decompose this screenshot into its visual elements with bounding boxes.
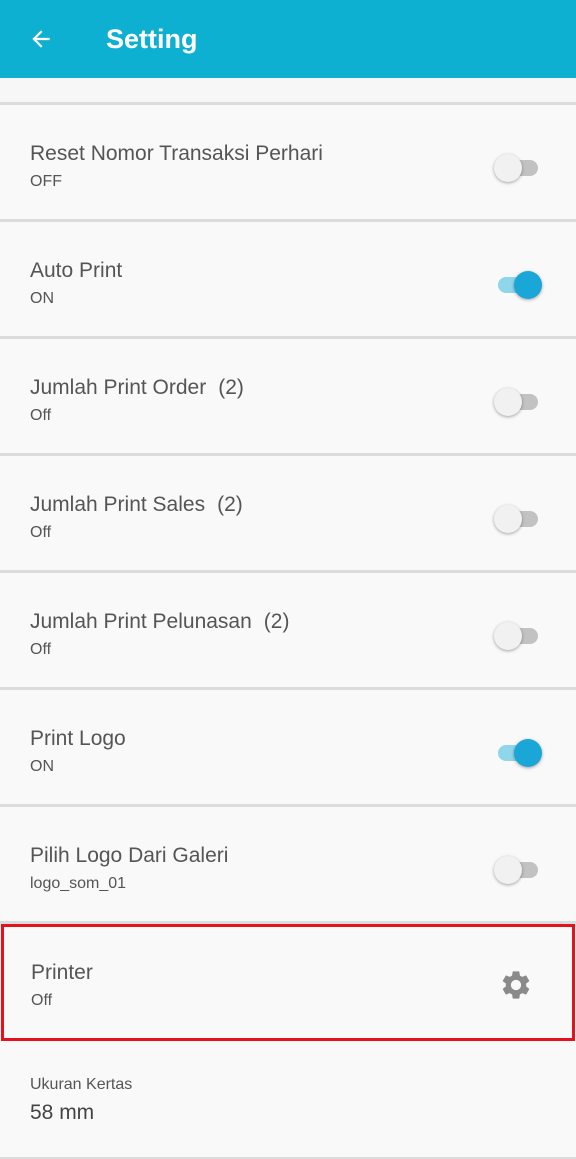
gear-icon[interactable]	[499, 968, 533, 1002]
arrow-left-icon	[32, 30, 50, 48]
setting-print-order-count[interactable]: Jumlah Print Order (2) Off	[0, 339, 576, 456]
setting-print-settlement-count[interactable]: Jumlah Print Pelunasan (2) Off	[0, 573, 576, 690]
setting-count: (2)	[263, 610, 290, 633]
list-divider	[0, 78, 576, 105]
setting-print-sales-count[interactable]: Jumlah Print Sales (2) Off	[0, 456, 576, 573]
logo-gallery-toggle[interactable]	[494, 855, 542, 885]
setting-paper-size[interactable]: Ukuran Kertas 58 mm	[0, 1041, 576, 1159]
setting-count: (2)	[217, 493, 243, 516]
setting-label: Jumlah Print Order	[30, 376, 207, 399]
setting-status: OFF	[30, 173, 62, 190]
settings-list: Reset Nomor Transaksi Perhari OFF Auto P…	[0, 78, 576, 1159]
paper-size-value: 58 mm	[30, 1101, 95, 1124]
setting-status: ON	[30, 290, 54, 307]
reset-transaction-toggle[interactable]	[494, 153, 542, 183]
setting-count: (2)	[218, 376, 244, 399]
app-bar: Setting	[0, 0, 576, 78]
setting-status: ON	[30, 758, 54, 775]
print-order-toggle[interactable]	[494, 387, 542, 417]
setting-print-logo[interactable]: Print Logo ON	[0, 690, 576, 807]
setting-label: Reset Nomor Transaksi Perhari	[30, 142, 323, 165]
setting-status: Off	[31, 992, 53, 1009]
page-title: Setting	[106, 24, 198, 54]
setting-auto-print[interactable]: Auto Print ON	[0, 222, 576, 339]
setting-label: Pilih Logo Dari Galeri	[30, 844, 229, 867]
setting-status: Off	[30, 641, 52, 658]
setting-status: Off	[30, 524, 52, 541]
print-settlement-toggle[interactable]	[494, 621, 542, 651]
back-button[interactable]	[22, 20, 60, 58]
setting-label: Auto Print	[30, 259, 123, 282]
print-logo-toggle[interactable]	[494, 738, 542, 768]
setting-label: Jumlah Print Sales	[30, 493, 206, 516]
setting-printer[interactable]: Printer Off	[1, 924, 575, 1041]
settings-screen: Setting Reset Nomor Transaksi Perhari OF…	[0, 0, 576, 1159]
print-sales-toggle[interactable]	[494, 504, 542, 534]
setting-reset-transaction-number[interactable]: Reset Nomor Transaksi Perhari OFF	[0, 105, 576, 222]
setting-logo-from-gallery[interactable]: Pilih Logo Dari Galeri logo_som_01	[0, 807, 576, 924]
paper-size-label: Ukuran Kertas	[30, 1076, 133, 1093]
setting-status: logo_som_01	[30, 875, 127, 892]
setting-status: Off	[30, 407, 52, 424]
setting-label: Print Logo	[30, 727, 126, 750]
setting-label: Jumlah Print Pelunasan	[30, 610, 252, 633]
setting-label: Printer	[31, 961, 93, 984]
auto-print-toggle[interactable]	[494, 270, 542, 300]
